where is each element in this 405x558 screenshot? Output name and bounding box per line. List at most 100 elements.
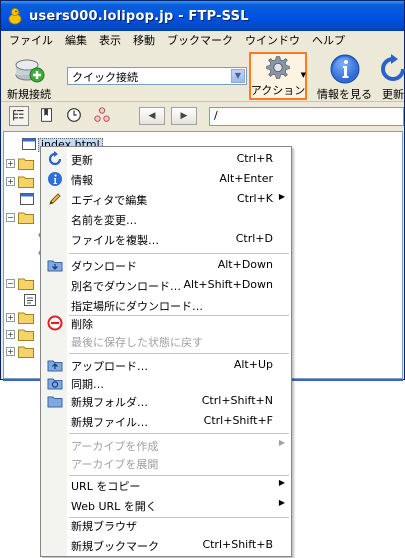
menu-item-copy-url[interactable]: URL をコピー ▶ (41, 475, 291, 495)
bonjour-icon (94, 107, 110, 122)
tree-folder-row[interactable]: + (6, 326, 34, 342)
expand-icon[interactable]: + (6, 346, 15, 356)
outline-view-icon (13, 110, 24, 121)
menu-item-label: アップロード… (71, 360, 148, 373)
info-icon (48, 172, 62, 186)
bonjour-button[interactable] (93, 106, 113, 126)
menu-item-shortcut: Ctrl+Shift+B (202, 538, 273, 551)
menu-separator (69, 353, 289, 354)
tree-folder-row[interactable]: + (6, 309, 34, 325)
folder-icon (18, 346, 34, 358)
tree-folder-row[interactable]: − (6, 209, 34, 225)
update-label: 更新 (382, 88, 404, 101)
bookmarks-button[interactable] (38, 106, 58, 126)
menu-item-label: アーカイブを展開 (71, 458, 159, 471)
menu-bar: ファイル 編集 表示 移動 ブックマーク ウインドウ ヘルプ (1, 31, 404, 49)
expand-icon[interactable]: + (6, 312, 15, 322)
menu-go[interactable]: 移動 (127, 32, 161, 48)
update-button[interactable]: 更新 (377, 53, 405, 102)
menu-item-download-to[interactable]: 指定場所にダウンロード… (41, 295, 291, 315)
menu-item-rename[interactable]: 名前を変更… (41, 209, 291, 229)
history-button[interactable] (65, 106, 85, 126)
refresh-icon (48, 151, 62, 166)
action-button[interactable]: ▼ アクション (249, 52, 307, 100)
forward-button[interactable]: ▶ (171, 107, 197, 125)
menu-item-shortcut: Ctrl+Shift+N (201, 394, 273, 407)
menu-item-new-bookmark[interactable]: 新規ブックマーク Ctrl+Shift+B (41, 535, 291, 555)
menu-bookmarks[interactable]: ブックマーク (161, 32, 239, 48)
menu-item-label: 更新 (71, 154, 93, 167)
menu-item-shortcut: Ctrl+Shift+F (203, 414, 273, 427)
menu-item-new-file[interactable]: 新規ファイル… Ctrl+Shift+F (41, 411, 291, 431)
menu-item-new-folder[interactable]: 新規フォルダ… Ctrl+Shift+N (41, 391, 291, 411)
upload-folder-icon (47, 360, 63, 372)
back-button[interactable]: ◀ (139, 107, 165, 125)
menu-item-revert: 最後に保存した状態に戻す (41, 331, 291, 351)
submenu-arrow-icon: ▶ (278, 438, 285, 447)
menu-view[interactable]: 表示 (93, 32, 127, 48)
menu-edit[interactable]: 編集 (59, 32, 93, 48)
submenu-arrow-icon: ▶ (278, 192, 285, 201)
new-connection-icon (15, 59, 45, 83)
download-folder-icon (47, 260, 63, 272)
menu-item-label: 新規ブックマーク (71, 540, 159, 553)
tree-file-row[interactable] (20, 191, 34, 207)
tree-folder-row[interactable]: + (6, 173, 34, 189)
bookmark-icon (41, 108, 52, 122)
collapse-icon[interactable]: − (6, 212, 15, 222)
menu-item-sync[interactable]: 同期… (41, 373, 291, 393)
tree-folder-row[interactable]: + (6, 155, 34, 171)
back-arrow-icon: ◀ (148, 111, 156, 121)
browser-toolbar: ◀ ▶ / (1, 102, 404, 130)
menu-item-info[interactable]: 情報 Alt+Enter (41, 169, 291, 189)
menu-item-upload[interactable]: アップロード… Alt+Up (41, 355, 291, 375)
menu-item-label: 新規フォルダ… (71, 396, 148, 409)
menu-item-duplicate[interactable]: ファイルを複製… Ctrl+D (41, 229, 291, 249)
menu-item-shortcut: Ctrl+K (236, 192, 273, 205)
new-connection-label: 新規接続 (7, 88, 51, 101)
menu-window[interactable]: ウインドウ (239, 32, 306, 48)
title-bar[interactable]: users000.lolipop.jp - FTP-SSL (1, 1, 404, 31)
menu-item-shortcut: Alt+Down (217, 258, 273, 271)
new-connection-button[interactable]: 新規接続 (7, 53, 51, 102)
folder-icon (18, 278, 34, 290)
duck-app-icon (8, 8, 22, 25)
folder-icon (18, 176, 34, 188)
expand-icon[interactable]: + (6, 176, 15, 186)
menu-file[interactable]: ファイル (3, 32, 59, 48)
tree-folder-row[interactable]: − (6, 275, 34, 291)
info-button[interactable]: 情報を見る (317, 53, 372, 102)
delete-icon (47, 315, 63, 331)
folder-icon (18, 329, 34, 341)
menu-item-label: 情報 (71, 174, 93, 187)
expand-icon[interactable]: + (6, 329, 15, 339)
menu-item-expand-archive: アーカイブを展開 (41, 453, 291, 473)
menu-item-download-as[interactable]: 別名でダウンロード… Alt+Shift+Down (41, 275, 291, 295)
expand-icon[interactable]: + (6, 158, 15, 168)
folder-open-icon (18, 212, 34, 224)
menu-item-refresh[interactable]: 更新 Ctrl+R (41, 149, 291, 169)
menu-item-shortcut: Alt+Shift+Down (183, 278, 274, 291)
menu-item-label: 最後に保存した状態に戻す (71, 336, 203, 349)
menu-item-edit-in-editor[interactable]: エディタで編集 Ctrl+K ▶ (41, 189, 291, 209)
path-value: / (214, 109, 218, 122)
path-field[interactable]: / (209, 107, 404, 126)
menu-item-label: アーカイブを作成 (71, 440, 159, 453)
chevron-down-icon[interactable]: ▼ (231, 69, 245, 83)
collapse-icon[interactable]: − (6, 278, 15, 288)
tree-file-row[interactable] (24, 292, 36, 308)
quick-connect-combo[interactable]: クイック接続 ▼ (67, 67, 247, 85)
menu-item-shortcut: Ctrl+D (235, 232, 273, 245)
folder-icon (18, 312, 34, 324)
menu-help[interactable]: ヘルプ (306, 32, 351, 48)
menu-item-new-browser[interactable]: 新規ブラウザ (41, 515, 291, 535)
tree-folder-row[interactable]: + (6, 343, 34, 359)
menu-item-delete[interactable]: 削除 (41, 313, 291, 333)
outline-view-button[interactable] (9, 106, 29, 126)
sync-folder-icon (47, 378, 63, 390)
menu-item-shortcut: Alt+Enter (219, 172, 273, 185)
action-dropdown-arrow-icon: ▼ (300, 71, 306, 79)
menu-item-open-web-url[interactable]: Web URL を開く ▶ (41, 495, 291, 515)
menu-item-shortcut: Alt+Up (233, 358, 273, 371)
menu-item-download[interactable]: ダウンロード Alt+Down (41, 255, 291, 275)
